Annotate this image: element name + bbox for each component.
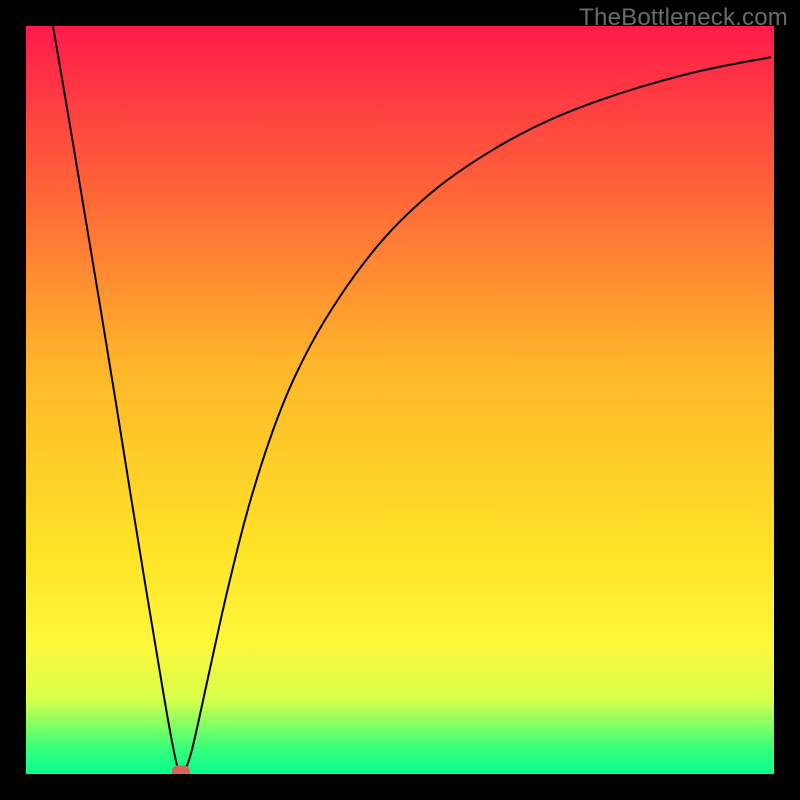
- chart-svg: [0, 0, 800, 800]
- plot-background: [26, 26, 774, 774]
- chart-container: TheBottleneck.com: [0, 0, 800, 800]
- watermark-text: TheBottleneck.com: [579, 4, 788, 32]
- plot-area: [26, 26, 774, 777]
